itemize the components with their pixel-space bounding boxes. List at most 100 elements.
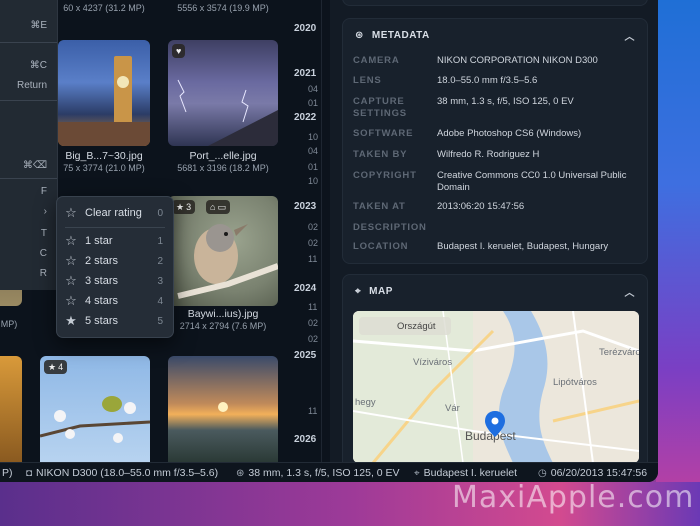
star-outline-icon: ☆ — [65, 273, 77, 288]
photo-thumbnail-pier[interactable]: ♥ — [168, 40, 278, 146]
clock-icon: ◷ — [538, 467, 547, 479]
star-outline-icon: ☆ — [65, 233, 77, 248]
heart-icon: ♥ — [176, 46, 182, 56]
timeline-year: 2022 — [294, 112, 317, 123]
location-pin-icon: ⌖ — [414, 467, 420, 479]
timeline-month: 04 — [308, 84, 319, 94]
timeline-month: 01 — [308, 98, 319, 108]
timeline-month: 11 — [308, 302, 318, 312]
timeline-year: 2021 — [294, 68, 317, 79]
menu-item-3-stars[interactable]: ☆ 3 stars 3 — [57, 271, 173, 291]
meta-value[interactable]: Creative Commons CC0 1.0 Universal Publi… — [437, 170, 637, 194]
timeline-year: 2023 — [294, 201, 317, 212]
timeline-month: 02 — [308, 238, 319, 248]
metadata-header[interactable]: ⊛ METADATA ︿ — [355, 19, 635, 51]
menu-item-label: 4 stars — [85, 295, 119, 307]
location-pin-icon: ⌖ — [355, 285, 362, 297]
photo-dimensions: 5556 x 3574 (19.9 MP) — [177, 3, 269, 13]
status-settings-text: 38 mm, 1.3 s, f/5, ISO 125, 0 EV — [248, 467, 400, 479]
timeline-year: 2026 — [294, 434, 317, 445]
menu-item-shortcut: 3 — [157, 275, 163, 287]
meta-value[interactable]: Wilfredo R. Rodriguez H — [437, 149, 637, 161]
menu-item-shortcut: 2 — [157, 255, 163, 267]
map-pin-icon[interactable] — [485, 411, 505, 437]
rating-badge: ★ 3 — [172, 200, 196, 214]
status-size: P) — [2, 467, 13, 479]
map-header[interactable]: ⌖ MAP ︿ — [355, 275, 635, 307]
status-datetime: ◷ 06/20/2013 15:47:56 — [538, 467, 647, 479]
menu-item-5-stars[interactable]: ★ 5 stars 5 — [57, 311, 173, 331]
photo-filename: Port_...elle.jpg — [189, 150, 257, 162]
photo-caption: Big_B...7~30.jpg 75 x 3774 (21.0 MP) — [58, 150, 150, 173]
menu-item-label: 2 stars — [85, 255, 119, 267]
meta-key: CAPTURE SETTINGS — [353, 96, 407, 119]
star-outline-icon: ☆ — [65, 293, 77, 308]
menu-item-clear-rating[interactable]: ☆ Clear rating 0 — [57, 203, 173, 223]
menu-item-1-star[interactable]: ☆ 1 star 1 — [57, 231, 173, 251]
meta-key: LOCATION — [353, 241, 409, 252]
timeline-month: 02 — [308, 222, 319, 232]
menu-shortcut: ⌘C — [29, 60, 47, 71]
photo-thumbnail-bigben[interactable] — [58, 40, 150, 146]
photo-filename: Big_B...7~30.jpg — [65, 150, 143, 162]
timeline-month: 04 — [308, 146, 319, 156]
menu-item-4-stars[interactable]: ☆ 4 stars 4 — [57, 291, 173, 311]
panel-title: MAP — [369, 285, 393, 297]
photo-thumbnail-bird-blossom[interactable]: ★ 4 — [40, 356, 150, 462]
status-settings: ⊛ 38 mm, 1.3 s, f/5, ISO 125, 0 EV — [236, 467, 400, 479]
star-filled-icon: ★ — [65, 313, 77, 328]
photo-thumbnail-sunset[interactable] — [168, 356, 278, 462]
photo-thumbnail-partial[interactable] — [0, 356, 22, 462]
menu-divider — [65, 227, 165, 228]
menu-item-label: 1 star — [85, 235, 113, 247]
meta-key: LENS — [353, 75, 382, 86]
meta-value[interactable]: 2013:06:20 15:47:56 — [437, 201, 637, 213]
menu-shortcut: ⌘E — [30, 20, 47, 31]
menu-divider — [0, 42, 57, 43]
meta-key: TAKEN BY — [353, 149, 408, 160]
timeline-scrubber[interactable]: 2020 2021 04 01 2022 10 04 01 10 2023 02… — [290, 0, 330, 462]
aperture-icon: ⊛ — [355, 29, 364, 41]
timeline-month: 11 — [308, 254, 318, 264]
menu-shortcut: C — [39, 248, 47, 259]
timeline-year: 2025 — [294, 350, 317, 361]
photo-thumbnail-bird[interactable]: ★ 3 ⌂ ▭ — [168, 196, 278, 306]
meta-value[interactable]: Adobe Photoshop CS6 (Windows) — [437, 128, 637, 140]
star-outline-icon: ☆ — [65, 205, 77, 220]
menu-divider — [0, 100, 57, 101]
photo-filename: Baywi...ius).jpg — [187, 308, 259, 320]
meta-value[interactable]: Budapest I. keruelet, Budapest, Hungary — [437, 241, 637, 253]
location-map[interactable]: Országút Víziváros Lipótváros Terézváros… — [353, 311, 639, 463]
photo-dimensions: 5681 x 3196 (18.2 MP) — [177, 163, 269, 173]
meta-key: TAKEN AT — [353, 201, 406, 212]
map-label: Vár — [445, 403, 460, 414]
chevron-up-icon: ︿ — [624, 287, 635, 299]
inspector-panel: ⊛ METADATA ︿ CAMERA NIKON CORPORATION NI… — [330, 0, 658, 474]
menu-shortcut: F — [40, 186, 47, 197]
timeline-year: 2024 — [294, 283, 317, 294]
meta-key: CAMERA — [353, 55, 400, 66]
map-label: hegy — [355, 397, 376, 408]
meta-value[interactable]: NIKON CORPORATION NIKON D300 — [437, 55, 637, 67]
tags-badge: ⌂ ▭ — [206, 200, 230, 214]
meta-value[interactable]: 38 mm, 1.3 s, f/5, ISO 125, 0 EV — [437, 96, 637, 108]
menu-shortcut: T — [40, 228, 47, 239]
previous-panel-edge — [342, 0, 648, 6]
photo-caption: 60 x 4237 (31.2 MP) — [58, 2, 150, 13]
map-label: Országút — [397, 321, 436, 332]
menu-item-2-stars[interactable]: ☆ 2 stars 2 — [57, 251, 173, 271]
menu-divider — [0, 178, 57, 179]
map-label: Lipótváros — [553, 377, 597, 388]
timeline-month: 02 — [308, 334, 319, 344]
photo-dimensions: 60 x 4237 (31.2 MP) — [63, 3, 145, 13]
photo-caption: MP) — [0, 318, 18, 329]
timeline-month: 10 — [308, 176, 319, 186]
photo-dimensions: MP) — [0, 319, 18, 329]
photo-dimensions: 2714 x 2794 (7.6 MP) — [179, 321, 267, 331]
status-location: ⌖ Budapest I. keruelet — [414, 467, 517, 479]
meta-value[interactable]: 18.0–55.0 mm f/3.5–5.6 — [437, 75, 637, 87]
status-bar: P) ◘ NIKON D300 (18.0–55.0 mm f/3.5–5.6)… — [0, 462, 658, 482]
meta-key: COPYRIGHT — [353, 170, 417, 181]
map-label: Víziváros — [413, 357, 453, 368]
desktop-wallpaper-right — [656, 0, 700, 526]
